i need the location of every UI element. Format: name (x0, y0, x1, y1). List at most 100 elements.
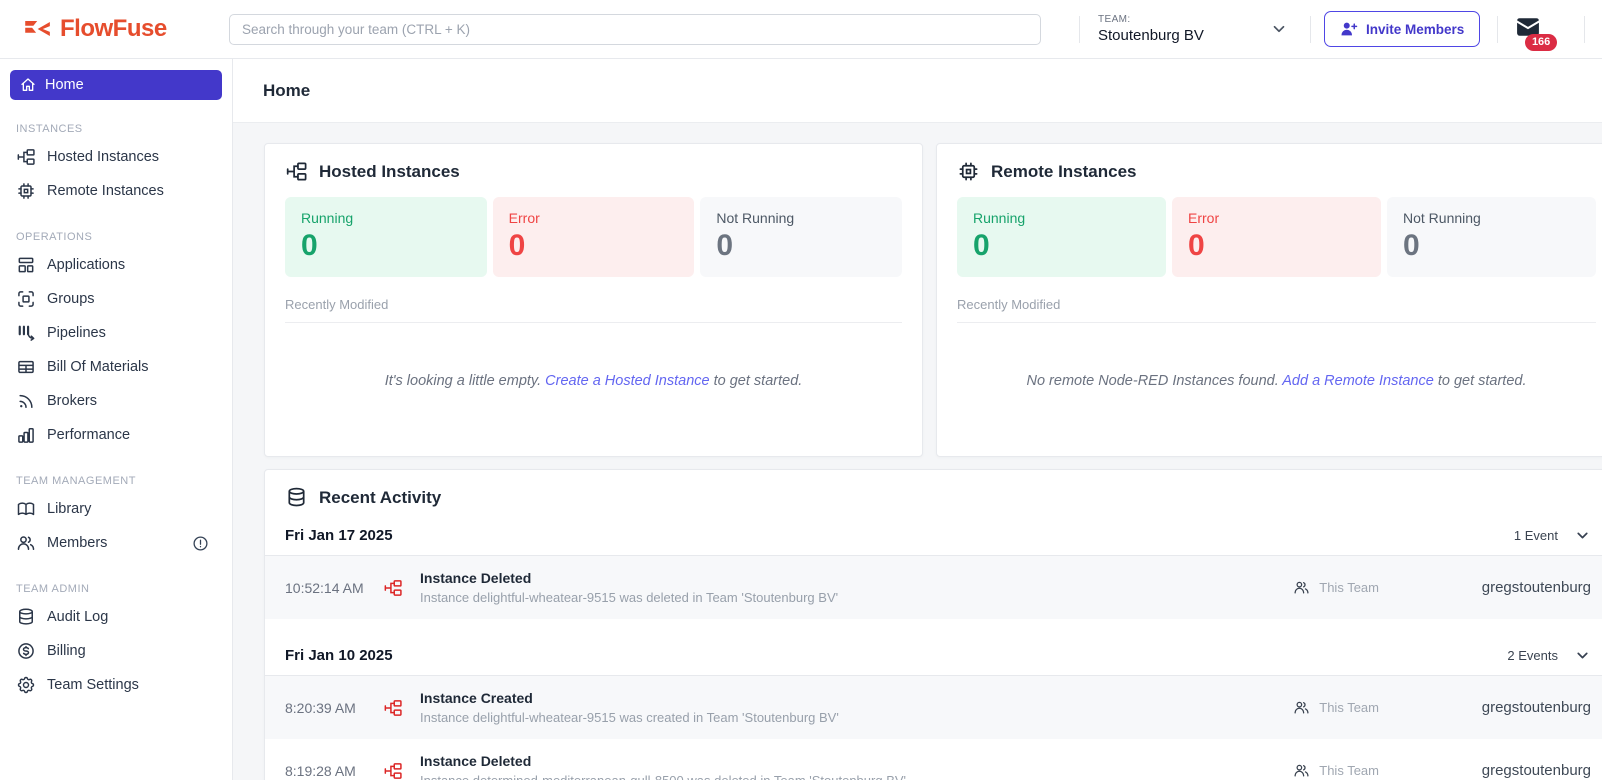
sidebar-item-home[interactable]: Home (10, 70, 222, 100)
recent-activity-card: Recent Activity Fri Jan 17 2025 1 Event … (264, 469, 1602, 780)
library-icon (17, 502, 35, 516)
sidebar-item-team-settings[interactable]: Team Settings (0, 668, 232, 702)
sidebar-item-performance[interactable]: Performance (0, 418, 232, 452)
activity-database-icon (288, 487, 305, 507)
team-scope-icon (1294, 581, 1309, 594)
card-title: Hosted Instances (319, 161, 460, 181)
activity-date: Fri Jan 17 2025 (285, 527, 393, 544)
stat-label: Not Running (716, 210, 795, 226)
activity-event-row: 8:20:39 AM Instance Created Instance del… (265, 676, 1602, 739)
sidebar-item-bill-of-materials[interactable]: Bill Of Materials (0, 350, 232, 384)
chevron-down-icon (1577, 532, 1588, 539)
chevron-down-icon (1273, 25, 1285, 33)
event-description: Instance delightful-wheatear-9515 was cr… (420, 710, 839, 725)
event-title: Instance Deleted (420, 753, 532, 769)
pipelines-icon (18, 325, 35, 341)
sidebar-item-label: Remote Instances (47, 183, 164, 199)
event-time: 8:20:39 AM (285, 699, 356, 716)
empty-text: It's looking a little empty. (384, 372, 542, 389)
sidebar-item-library[interactable]: Library (0, 492, 232, 526)
sidebar-item-hosted-instances[interactable]: Hosted Instances (0, 140, 232, 174)
hosted-instances-icon (17, 149, 35, 165)
instance-cards-row: Hosted Instances Running 0 Error 0 Not R… (264, 143, 1602, 457)
empty-text: to get started. (1437, 372, 1527, 389)
flowfuse-brand[interactable]: FlowFuse (0, 15, 229, 43)
sidebar-item-label: Members (47, 535, 108, 551)
sidebar-item-label: Applications (47, 257, 126, 273)
sidebar-section-instances: INSTANCES (16, 123, 83, 135)
sidebar-item-groups[interactable]: Groups (0, 282, 232, 316)
sidebar-item-remote-instances[interactable]: Remote Instances (0, 174, 232, 208)
event-description: Instance delightful-wheatear-9515 was de… (420, 590, 839, 605)
team-settings-icon (17, 676, 35, 694)
remote-instances-icon (18, 183, 34, 199)
recently-modified-label: Recently Modified (957, 297, 1596, 323)
audit-log-icon (19, 608, 33, 625)
activity-group: Fri Jan 10 2025 2 Events 8:20:39 AM Inst… (265, 637, 1602, 780)
not-running-stat-tile: Not Running 0 (1387, 197, 1596, 277)
add-remote-instance-link[interactable]: Add a Remote Instance (1282, 373, 1434, 389)
stat-label: Error (508, 210, 540, 226)
create-hosted-instance-link[interactable]: Create a Hosted Instance (545, 373, 709, 389)
event-title: Instance Created (420, 690, 533, 706)
sidebar-item-applications[interactable]: Applications (0, 248, 232, 282)
team-selector[interactable]: TEAM: Stoutenburg BV (1098, 14, 1288, 45)
sidebar-item-label: Team Settings (47, 677, 139, 693)
event-count: 2 Events (1507, 648, 1558, 663)
brokers-icon (19, 394, 33, 408)
applications-icon (18, 257, 34, 273)
sidebar-item-label: Billing (47, 643, 86, 659)
remote-instances-card: Remote Instances Running 0 Error 0 Not R… (936, 143, 1602, 457)
sidebar-item-pipelines[interactable]: Pipelines (0, 316, 232, 350)
search-input[interactable] (229, 13, 1041, 45)
sidebar-item-label: Library (47, 501, 92, 517)
stat-value: 0 (1403, 229, 1420, 262)
sidebar-item-billing[interactable]: Billing (0, 634, 232, 668)
event-time: 10:52:14 AM (285, 579, 364, 596)
instance-event-icon (384, 579, 402, 596)
event-count: 1 Event (1513, 528, 1558, 543)
stat-value: 0 (1188, 229, 1205, 262)
event-user: gregstoutenburg (1481, 699, 1591, 716)
sidebar-item-label: Performance (47, 427, 131, 443)
sidebar-item-label: Pipelines (47, 325, 106, 341)
activity-group-toggle[interactable]: 2 Events (1507, 647, 1591, 664)
running-stat-tile: Running 0 (957, 197, 1166, 277)
sidebar-item-label: Hosted Instances (47, 149, 160, 165)
event-scope: This Team (1319, 700, 1379, 715)
page-title: Home (263, 80, 311, 100)
divider (1584, 15, 1586, 43)
sidebar-item-audit-log[interactable]: Audit Log (0, 600, 232, 634)
not-running-stat-tile: Not Running 0 (700, 197, 903, 277)
empty-text: to get started. (713, 372, 803, 389)
activity-group-toggle[interactable]: 1 Event (1514, 527, 1591, 544)
stat-value: 0 (973, 229, 990, 262)
event-user: gregstoutenburg (1481, 762, 1591, 779)
invite-members-button[interactable]: Invite Members (1324, 11, 1481, 47)
stat-value: 0 (301, 229, 318, 262)
billing-icon (18, 643, 34, 659)
event-scope: This Team (1319, 763, 1379, 778)
page-header: Home (233, 59, 1602, 123)
event-scope: This Team (1319, 580, 1379, 595)
bill-of-materials-icon (18, 360, 34, 374)
error-stat-tile: Error 0 (1172, 197, 1381, 277)
activity-group-header: Fri Jan 10 2025 2 Events (265, 637, 1602, 676)
activity-group-header: Fri Jan 17 2025 1 Event (265, 517, 1602, 556)
notification-count-badge: 166 (1524, 34, 1558, 51)
sidebar-item-brokers[interactable]: Brokers (0, 384, 232, 418)
team-scope-icon (1294, 764, 1309, 777)
content: Hosted Instances Running 0 Error 0 Not R… (233, 123, 1602, 780)
hosted-stat-tiles: Running 0 Error 0 Not Running 0 (285, 197, 903, 277)
stat-label: Not Running (1403, 210, 1481, 226)
brand-name: FlowFuse (60, 15, 167, 42)
activity-event-row: 8:19:28 AM Instance Deleted Instance det… (265, 739, 1602, 780)
activity-event-row: 10:52:14 AM Instance Deleted Instance de… (265, 556, 1602, 619)
notifications-button[interactable]: 166 (1514, 15, 1558, 51)
hosted-instances-card: Hosted Instances Running 0 Error 0 Not R… (264, 143, 923, 457)
event-user: gregstoutenburg (1481, 579, 1591, 596)
team-name: Stoutenburg BV (1098, 26, 1204, 44)
instance-event-icon (384, 699, 402, 716)
sidebar-item-members[interactable]: Members (0, 526, 232, 560)
chevron-down-icon (1577, 652, 1588, 659)
